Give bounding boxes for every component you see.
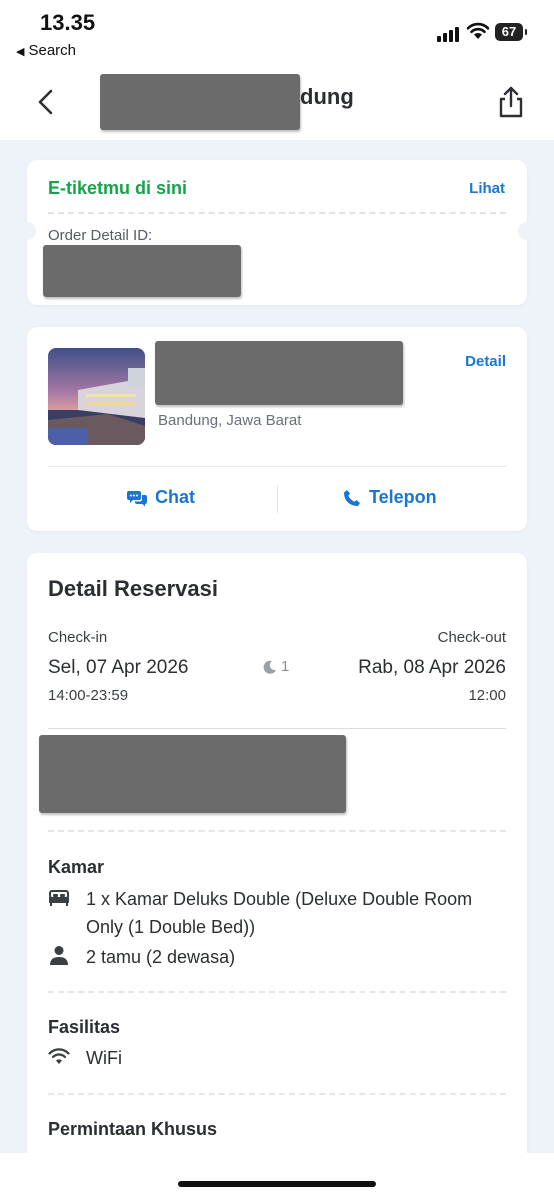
phone-icon <box>344 489 360 506</box>
facility-wifi-row: WiFi <box>48 1044 498 1072</box>
share-icon[interactable] <box>494 84 528 120</box>
back-triangle-icon: ◀ <box>16 46 25 58</box>
ticket-divider <box>48 212 506 214</box>
dashed-divider <box>48 830 506 832</box>
moon-icon <box>263 660 276 674</box>
wifi-status-icon <box>466 22 490 39</box>
facility-wifi: WiFi <box>86 1048 122 1068</box>
night-count-value: 1 <box>281 658 290 675</box>
bottom-safe-area <box>0 1153 554 1199</box>
hotel-photo-image <box>48 348 145 445</box>
ticket-notch-right <box>518 222 536 240</box>
reservation-title: Detail Reservasi <box>48 576 218 601</box>
night-count: 1 <box>263 658 289 675</box>
wifi-icon <box>48 1048 70 1064</box>
guest-row: 2 tamu (2 dewasa) <box>48 943 498 971</box>
ticket-notch-left <box>18 222 36 240</box>
checkout-label: Check-out <box>437 629 506 646</box>
phone-label: Telepon <box>369 487 437 507</box>
order-detail-label: Order Detail ID: <box>48 227 153 244</box>
checkin-label: Check-in <box>48 629 108 646</box>
person-icon <box>50 946 68 965</box>
room-description: 1 x Kamar Deluks Double (Deluxe Double R… <box>86 889 473 937</box>
chat-icon <box>127 490 147 506</box>
status-time: 13.35 <box>40 10 96 35</box>
back-to-app-label: Search <box>28 42 76 59</box>
cellular-signal-icon <box>437 26 459 42</box>
facilities-heading: Fasilitas <box>48 1017 121 1037</box>
chat-button[interactable]: Chat <box>127 487 195 508</box>
room-row: 1 x Kamar Deluks Double (Deluxe Double R… <box>48 885 498 941</box>
status-bar: 13.35 ◀ Search 67 <box>0 0 554 64</box>
checkin-hours: 14:00-23:59 <box>48 687 129 704</box>
redacted-order-id <box>43 245 241 297</box>
room-heading: Kamar <box>48 857 105 877</box>
dashed-divider <box>48 1093 506 1095</box>
redacted-guest-info <box>39 735 346 813</box>
special-request-heading: Permintaan Khusus <box>48 1119 218 1139</box>
card-divider <box>48 466 506 467</box>
phone-button[interactable]: Telepon <box>343 487 437 508</box>
view-eticket-link[interactable]: Lihat <box>469 180 505 197</box>
battery-indicator: 67 <box>495 23 527 41</box>
back-to-app-link[interactable]: ◀ Search <box>16 42 76 59</box>
page-header: dung <box>0 64 554 140</box>
guest-count: 2 tamu (2 dewasa) <box>86 947 236 967</box>
redacted-hotel-name <box>155 341 403 405</box>
section-divider <box>48 728 506 729</box>
checkin-date: Sel, 07 Apr 2026 <box>48 657 189 678</box>
back-arrow-icon[interactable] <box>30 84 66 120</box>
hotel-location: Bandung, Jawa Barat <box>158 412 302 429</box>
checkout-date: Rab, 08 Apr 2026 <box>358 657 506 678</box>
dashed-divider <box>48 991 506 993</box>
reservation-card: Detail Reservasi Check-in Check-out Sel,… <box>27 553 527 1173</box>
hotel-detail-link[interactable]: Detail <box>465 353 506 370</box>
page-title: dung <box>100 74 360 130</box>
hotel-photo[interactable] <box>48 348 145 445</box>
chat-label: Chat <box>155 487 195 507</box>
eticket-card: E-tiketmu di sini Lihat Order Detail ID: <box>18 160 536 305</box>
redacted-title <box>100 74 300 130</box>
bed-icon <box>49 890 69 906</box>
eticket-title: E-tiketmu di sini <box>48 178 188 198</box>
page-title-visible-text: dung <box>300 84 354 109</box>
checkout-hours: 12:00 <box>468 687 506 704</box>
home-indicator[interactable] <box>178 1181 376 1187</box>
hotel-card: Bandung, Jawa Barat Detail Chat Telepon <box>27 327 527 531</box>
action-separator <box>277 485 278 513</box>
